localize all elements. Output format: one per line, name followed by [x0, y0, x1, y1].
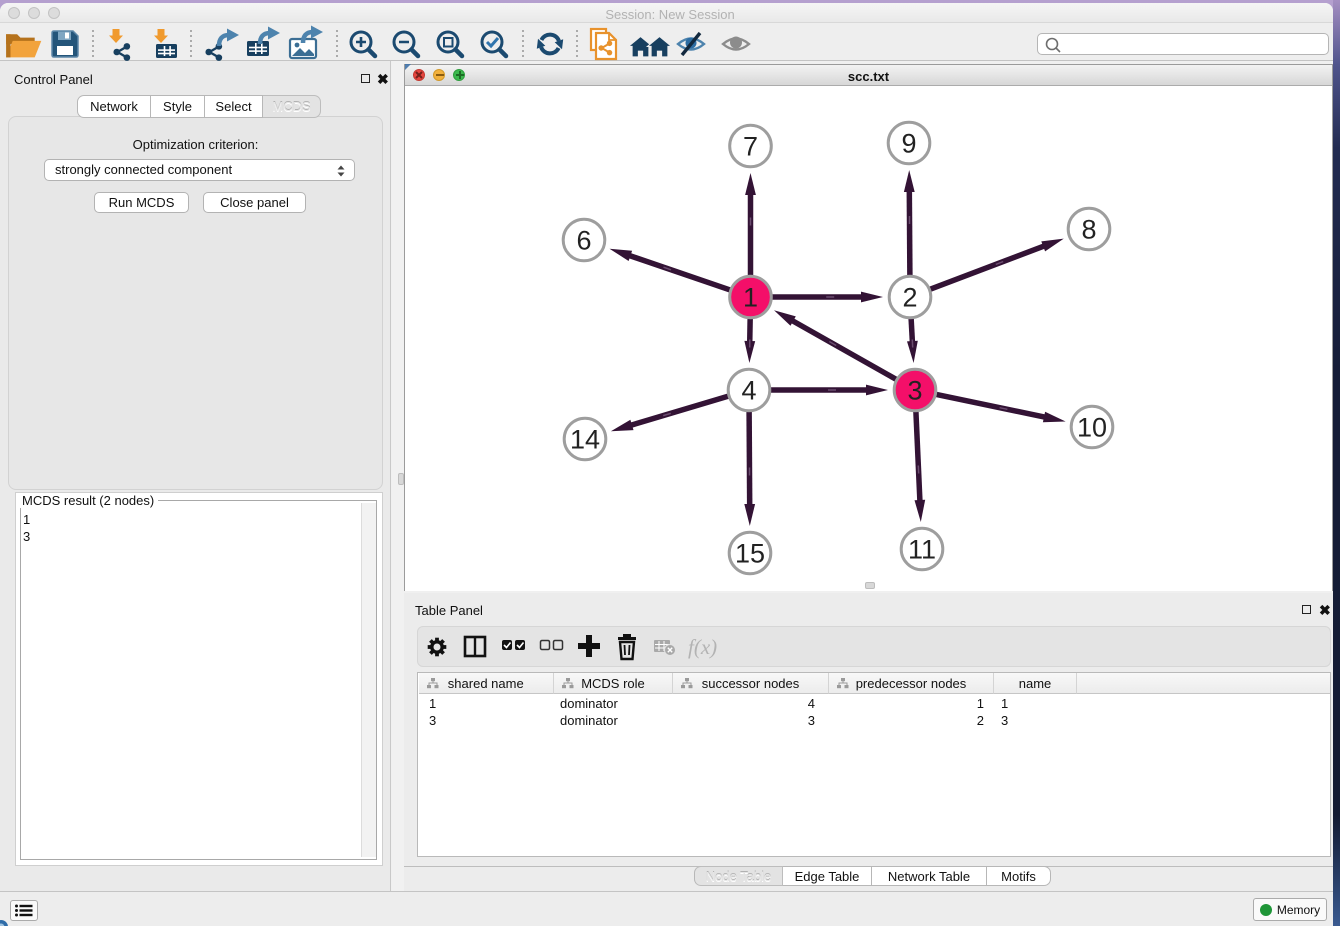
svg-text:4: 4: [741, 376, 756, 406]
svg-text:10: 10: [1077, 413, 1107, 443]
svg-text:3: 3: [907, 376, 922, 406]
svg-text:9: 9: [901, 129, 916, 159]
svg-text:8: 8: [1081, 215, 1096, 245]
svg-text:14: 14: [570, 425, 600, 455]
svg-text:f(x): f(x): [688, 635, 717, 659]
svg-text:11: 11: [908, 535, 936, 565]
svg-text:2: 2: [902, 283, 917, 313]
svg-text:6: 6: [576, 226, 591, 256]
svg-text:15: 15: [735, 539, 765, 569]
svg-text:7: 7: [743, 132, 758, 162]
svg-text:1: 1: [743, 283, 758, 313]
